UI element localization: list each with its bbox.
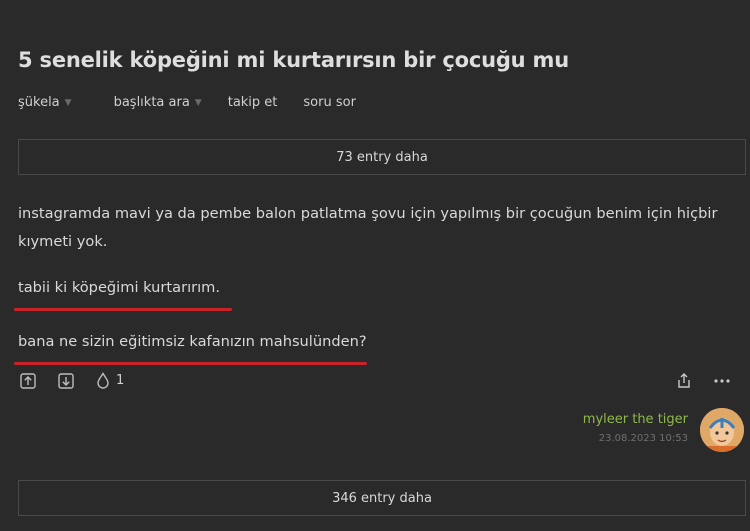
- follow-button[interactable]: takip et: [228, 95, 278, 110]
- avatar[interactable]: [700, 408, 744, 452]
- entry-right-actions: [654, 372, 730, 389]
- upvote-icon[interactable]: [20, 372, 36, 389]
- search-in-topic-label: başlıkta ara: [113, 95, 190, 110]
- chevron-down-icon: ▼: [194, 97, 202, 108]
- ask-question-label: soru sor: [303, 95, 356, 110]
- favorite-count: 1: [116, 373, 125, 388]
- entry-date[interactable]: 23.08.2023 10:53: [583, 433, 688, 444]
- more-entries-above-label: 73 entry daha: [336, 149, 428, 165]
- share-icon[interactable]: [676, 372, 692, 389]
- entry-paragraph-1: instagramda mavi ya da pembe balon patla…: [18, 205, 718, 250]
- topic-title[interactable]: 5 senelik köpeğini mi kurtarırsın bir ço…: [18, 48, 569, 72]
- author-name[interactable]: myleer the tiger: [583, 412, 688, 427]
- search-in-topic-dropdown[interactable]: başlıkta ara ▼: [114, 95, 202, 110]
- more-icon[interactable]: [714, 378, 730, 384]
- more-entries-below-button[interactable]: 346 entry daha: [18, 480, 746, 516]
- more-entries-below-label: 346 entry daha: [332, 490, 432, 506]
- sort-dropdown[interactable]: şükela ▼: [18, 95, 72, 110]
- favorite-button[interactable]: 1: [96, 372, 124, 389]
- follow-label: takip et: [227, 95, 278, 110]
- entry-actions: 1: [20, 372, 124, 389]
- entry-content: instagramda mavi ya da pembe balon patla…: [18, 200, 738, 356]
- downvote-icon[interactable]: [58, 372, 74, 389]
- ask-question-button[interactable]: soru sor: [303, 95, 356, 110]
- entry-author-info: myleer the tiger 23.08.2023 10:53: [583, 412, 688, 444]
- chevron-down-icon: ▼: [64, 97, 72, 108]
- topic-toolbar: şükela ▼ başlıkta ara ▼ takip et soru so…: [18, 95, 382, 110]
- drop-icon: [96, 372, 110, 389]
- red-underline-2: [14, 362, 367, 365]
- red-underline-1: [14, 308, 232, 311]
- entry-paragraph-3: bana ne sizin eğitimsiz kafanızın mahsul…: [18, 333, 367, 350]
- entry-paragraph-2: tabii ki köpeğimi kurtarırım.: [18, 279, 221, 296]
- sort-label: şükela: [18, 95, 60, 110]
- more-entries-above-button[interactable]: 73 entry daha: [18, 139, 746, 175]
